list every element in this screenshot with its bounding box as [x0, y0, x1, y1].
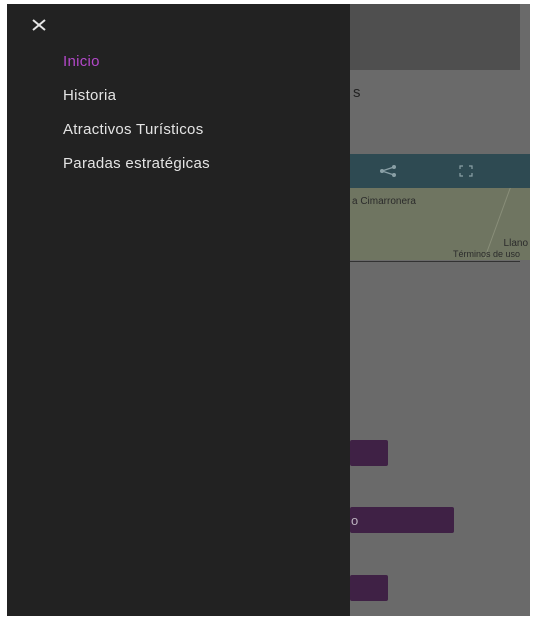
nav-item-atractivos-turisticos[interactable]: Atractivos Turísticos: [63, 119, 210, 153]
action-button-2[interactable]: [350, 507, 454, 533]
close-icon[interactable]: [29, 14, 51, 36]
nav-menu: Inicio Historia Atractivos Turísticos Pa…: [63, 51, 210, 187]
action-button-1[interactable]: [350, 440, 388, 466]
nav-item-historia[interactable]: Historia: [63, 85, 210, 119]
share-icon[interactable]: [379, 164, 397, 178]
nav-item-inicio[interactable]: Inicio: [63, 51, 210, 85]
action-button-3[interactable]: [350, 575, 388, 601]
fullscreen-icon[interactable]: [459, 165, 473, 177]
navigation-drawer: Inicio Historia Atractivos Turísticos Pa…: [7, 4, 350, 616]
header-image: [350, 4, 520, 70]
map-place-label: a Cimarronera: [352, 196, 416, 207]
nav-item-paradas-estrategicas[interactable]: Paradas estratégicas: [63, 153, 210, 187]
section-title: s: [353, 84, 361, 101]
app-screen: s a Cimarronera Llano Términos de uso o …: [7, 4, 530, 616]
map-terms-link[interactable]: Términos de uso: [350, 249, 520, 262]
map-toolbar: [350, 154, 530, 188]
map-place-label-2: Llano: [503, 238, 528, 249]
action-button-2-label: o: [351, 513, 359, 528]
